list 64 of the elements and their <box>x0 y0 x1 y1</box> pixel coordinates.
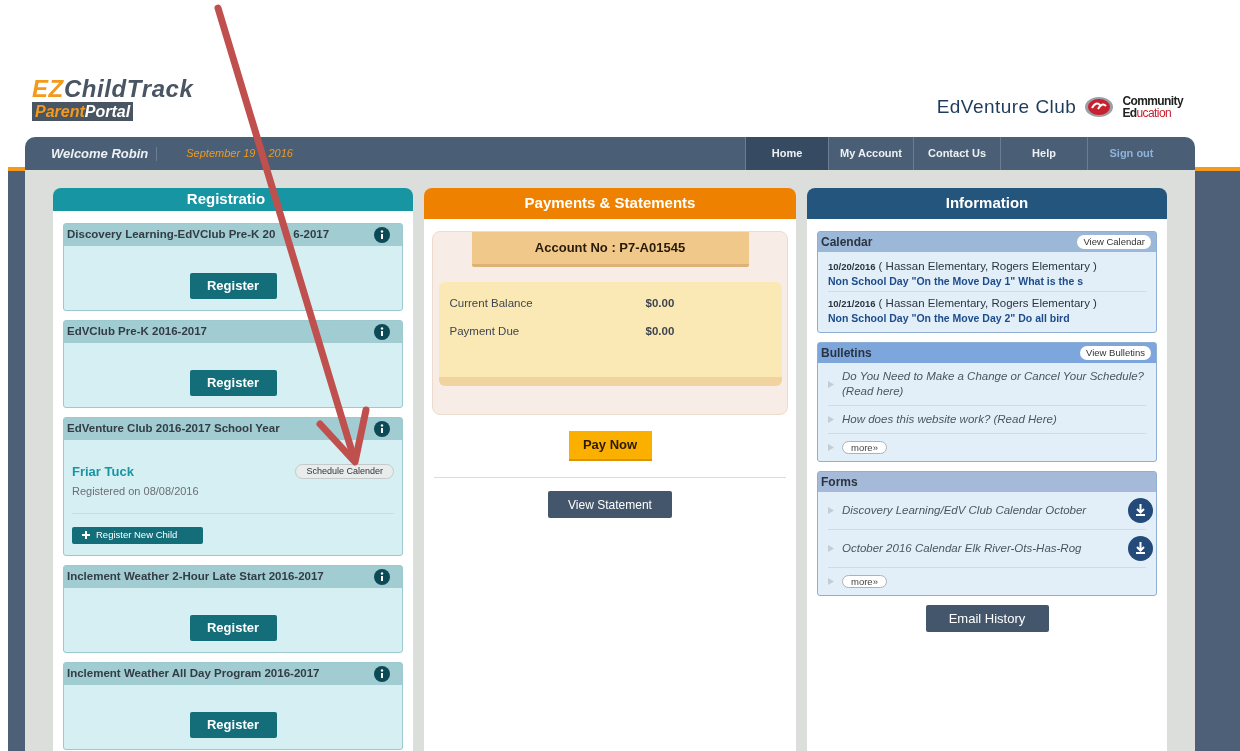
app-logo: EZChildTrack <box>32 77 194 101</box>
item-link[interactable]: October 2016 Calendar Elk River-Ots-Has-Rog <box>842 541 1120 556</box>
balance-value: $0.00 <box>645 296 675 311</box>
program-title: 6-2017 <box>293 226 330 242</box>
email-history-button[interactable]: Email History <box>925 605 1049 632</box>
balance-label: Current Balance <box>449 296 534 311</box>
plus-icon <box>82 531 90 539</box>
column-header: Registratio <box>53 188 413 211</box>
register-new-child-button[interactable]: Register New Child <box>72 526 203 544</box>
account-number: Account No : P7-A01545 <box>471 232 749 267</box>
info-icon[interactable] <box>374 323 390 340</box>
program-title: Inclement Weather All Day Program 2016-2017 <box>67 665 320 681</box>
event-link[interactable]: Non School Day "On the Move Day 1" What is the s <box>828 274 1146 288</box>
event-date: 10/20/2016 <box>828 261 876 272</box>
info-icon[interactable] <box>374 420 390 437</box>
event-link[interactable]: Non School Day "On the Move Day 2" Do all bird <box>828 311 1146 325</box>
download-icon[interactable] <box>1128 536 1153 561</box>
pay-now-button[interactable]: Pay Now <box>568 431 652 461</box>
schedule-calendar-button[interactable]: Schedule Calender <box>295 463 394 479</box>
item-link[interactable]: Discovery Learning/EdV Club Calendar October <box>842 503 1120 518</box>
registered-date: Registered on 08/08/2016 <box>72 484 200 499</box>
register-button[interactable]: Register <box>189 711 277 738</box>
view-button[interactable]: View Calendar <box>1077 235 1151 249</box>
balance-value: $0.00 <box>645 324 675 339</box>
event-schools: ( Hassan Elementary, Rogers Elementary ) <box>878 297 1097 309</box>
register-button[interactable]: Register <box>189 369 277 396</box>
view-statement-button[interactable]: View Statement <box>548 491 672 518</box>
download-icon[interactable] <box>1128 498 1153 523</box>
bullet-arrow-icon <box>828 578 834 585</box>
bullet-arrow-icon <box>828 507 834 514</box>
more-button[interactable]: more» <box>842 575 887 588</box>
register-button[interactable]: Register <box>189 272 277 299</box>
event-date: 10/21/2016 <box>828 298 876 309</box>
welcome-text: Welcome Robin <box>51 144 149 163</box>
event-schools: ( Hassan Elementary, Rogers Elementary ) <box>878 260 1097 272</box>
info-icon[interactable] <box>374 665 390 682</box>
date-text: September 19 <box>186 146 256 162</box>
bullet-arrow-icon <box>828 416 834 423</box>
info-icon[interactable] <box>374 568 390 585</box>
club-name: EdVenture Club <box>936 94 1077 119</box>
register-button[interactable]: Register <box>189 614 277 641</box>
item-link[interactable]: Do You Need to Make a Change or Cancel Your Schedule? (Read here) <box>842 369 1146 399</box>
item-link[interactable]: How does this website work? (Read Here) <box>842 412 1146 427</box>
column-header: Payments & Statements <box>424 188 796 219</box>
balance-label: Payment Due <box>449 324 521 339</box>
date-text: 2016 <box>268 146 293 162</box>
program-title: Discovery Learning-EdVClub Pre-K 20 <box>67 226 276 242</box>
program-title: EdVenture Club 2016-2017 School Year <box>67 420 280 436</box>
bullet-arrow-icon <box>828 545 834 552</box>
panel-title: Calendar <box>821 234 873 251</box>
bullet-arrow-icon <box>828 444 834 451</box>
info-icon[interactable] <box>374 226 390 243</box>
partner-emblem-icon <box>1084 95 1115 118</box>
more-button[interactable]: more» <box>842 441 887 454</box>
column-header: Information <box>807 188 1167 219</box>
portal-badge: ParentPortal <box>32 102 134 121</box>
nav-link[interactable]: Home <box>745 137 828 170</box>
view-button[interactable]: View Bulletins <box>1080 346 1151 360</box>
program-title: EdVClub Pre-K 2016-2017 <box>67 323 207 339</box>
panel-title: Bulletins <box>821 345 872 362</box>
bullet-arrow-icon <box>828 380 834 388</box>
partner-logo: Community Education <box>1122 94 1183 119</box>
program-title: Inclement Weather 2-Hour Late Start 2016-2017 <box>67 568 324 584</box>
panel-title: Forms <box>821 474 858 491</box>
